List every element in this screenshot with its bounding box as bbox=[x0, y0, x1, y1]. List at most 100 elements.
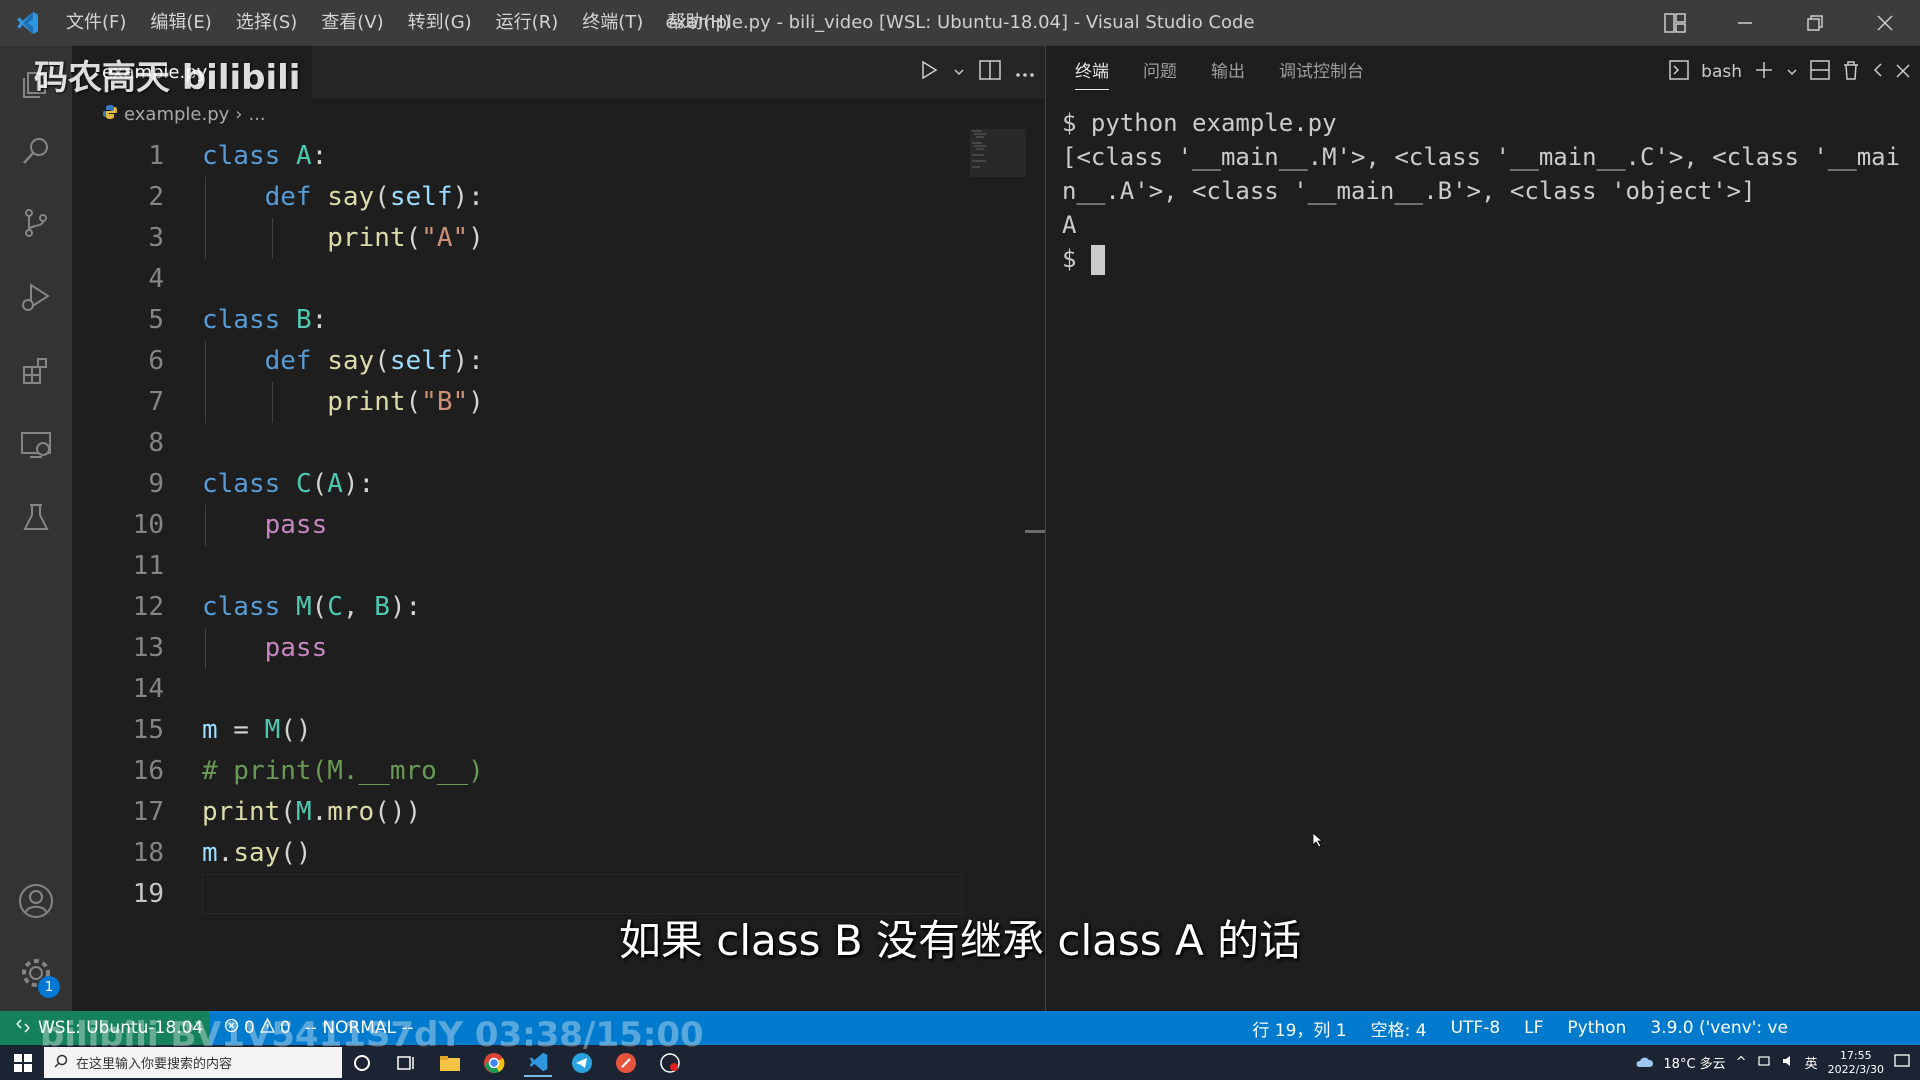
trash-icon[interactable] bbox=[1842, 60, 1860, 84]
minimap[interactable] bbox=[970, 129, 1030, 179]
line-number: 18 bbox=[132, 838, 164, 868]
chevron-down-icon[interactable] bbox=[1786, 63, 1798, 82]
terminal-shell-icon bbox=[1669, 60, 1689, 84]
menu-terminal[interactable]: 终端(T) bbox=[570, 0, 655, 46]
close-panel-icon[interactable] bbox=[1896, 63, 1910, 82]
line-number: 12 bbox=[132, 592, 164, 622]
windows-start-icon[interactable] bbox=[8, 1045, 38, 1080]
source-control-icon[interactable] bbox=[0, 190, 72, 256]
more-actions-icon[interactable] bbox=[1015, 63, 1035, 82]
split-editor-icon[interactable] bbox=[979, 60, 1001, 84]
indentation[interactable]: 空格: 4 bbox=[1371, 1016, 1427, 1041]
code-line: 15 m = M() bbox=[72, 710, 972, 751]
line-number: 14 bbox=[132, 674, 164, 704]
code-line: 16 # print(M.__mro__) bbox=[72, 751, 972, 792]
notification-icon[interactable] bbox=[1894, 1053, 1910, 1073]
clock[interactable]: 17:55 2022/3/30 bbox=[1828, 1049, 1884, 1077]
minimize-button[interactable] bbox=[1710, 0, 1780, 46]
tab-output[interactable]: 输出 bbox=[1194, 46, 1262, 98]
line-number: 9 bbox=[148, 469, 164, 499]
search-placeholder: 在这里输入你要搜索的内容 bbox=[76, 1057, 233, 1072]
bilibili-watermark-bottom: bilibili BV1V5411S7dY 03:38/15:00 bbox=[40, 1015, 704, 1055]
testing-icon[interactable] bbox=[0, 484, 72, 550]
bilibili-watermark: 码农高天 bilibili bbox=[34, 58, 301, 98]
code-line: 11 bbox=[72, 546, 972, 587]
editor-group: example.py example.py › ... 1 class A: 2… bbox=[72, 46, 1045, 1011]
tab-terminal[interactable]: 终端 bbox=[1058, 46, 1126, 98]
line-number: 2 bbox=[148, 182, 164, 212]
terminal-line: A bbox=[1062, 211, 1077, 239]
video-subtitle: 如果 class B 没有继承 class A 的话 bbox=[618, 916, 1302, 965]
remote-explorer-icon[interactable] bbox=[0, 412, 72, 478]
terminal-prompt-line: $ bbox=[1062, 242, 1912, 276]
code-line: 9 class C(A): bbox=[72, 464, 972, 505]
menu-help[interactable]: 帮助(H) bbox=[655, 0, 743, 46]
line-number: 7 bbox=[148, 387, 164, 417]
cursor-position[interactable]: 行 19，列 1 bbox=[1252, 1016, 1346, 1041]
code-line: 10 pass bbox=[72, 505, 972, 546]
chevron-left-icon[interactable] bbox=[1872, 62, 1884, 82]
line-number: 17 bbox=[132, 797, 164, 827]
editor-actions bbox=[919, 46, 1035, 98]
terminal-prompt: $ bbox=[1062, 245, 1091, 273]
code-line: 8 bbox=[72, 423, 972, 464]
menu-file[interactable]: 文件(F) bbox=[54, 0, 138, 46]
encoding[interactable]: UTF-8 bbox=[1451, 1018, 1501, 1038]
code-line: 7 print("B") bbox=[72, 382, 972, 423]
chevron-right-icon: › bbox=[235, 103, 243, 125]
scrollbar-slider[interactable] bbox=[1025, 530, 1045, 533]
chevron-down-icon[interactable] bbox=[953, 63, 965, 82]
python-file-icon bbox=[102, 104, 118, 125]
menu-run[interactable]: 运行(R) bbox=[484, 0, 571, 46]
new-terminal-icon[interactable] bbox=[1754, 60, 1774, 84]
breadcrumb: example.py › ... bbox=[102, 101, 266, 127]
menu-view[interactable]: 查看(V) bbox=[309, 0, 395, 46]
split-terminal-icon[interactable] bbox=[1810, 60, 1830, 84]
line-number: 11 bbox=[132, 551, 164, 581]
line-number: 6 bbox=[148, 346, 164, 376]
tab-problems[interactable]: 问题 bbox=[1126, 46, 1194, 98]
weather-text[interactable]: 18°C 多云 bbox=[1663, 1053, 1725, 1072]
tray-chevron-up-icon[interactable]: ^ bbox=[1736, 1055, 1747, 1070]
code-line: 3 print("A") bbox=[72, 218, 972, 259]
weather-icon bbox=[1635, 1054, 1654, 1072]
language-mode[interactable]: Python bbox=[1567, 1018, 1626, 1038]
terminal-panel: 终端 问题 输出 调试控制台 bash $ python example.py [… bbox=[1046, 46, 1920, 1011]
tab-debug-console[interactable]: 调试控制台 bbox=[1262, 46, 1381, 98]
run-file-icon[interactable] bbox=[919, 60, 939, 84]
run-debug-icon[interactable] bbox=[0, 264, 72, 330]
status-right: 行 19，列 1 空格: 4 UTF-8 LF Python 3.9.0 ('v… bbox=[1252, 1011, 1908, 1045]
menu-selection[interactable]: 选择(S) bbox=[224, 0, 309, 46]
terminal-line: n__.A'>, <class '__main__.B'>, <class 'o… bbox=[1062, 177, 1756, 205]
input-method[interactable]: 英 bbox=[1805, 1053, 1818, 1072]
code-line: 12 class M(C, B): bbox=[72, 587, 972, 628]
customize-layout-icon[interactable] bbox=[1640, 0, 1710, 46]
terminal-output[interactable]: $ python example.py [<class '__main__.M'>… bbox=[1062, 106, 1912, 276]
menu-bar: 文件(F) 编辑(E) 选择(S) 查看(V) 转到(G) 运行(R) 终端(T… bbox=[54, 0, 743, 46]
close-button[interactable] bbox=[1850, 0, 1920, 46]
line-number: 10 bbox=[132, 510, 164, 540]
settings-badge: 1 bbox=[38, 976, 60, 998]
restore-button[interactable] bbox=[1780, 0, 1850, 46]
breadcrumb-file[interactable]: example.py bbox=[124, 104, 229, 125]
network-icon[interactable] bbox=[1757, 1054, 1771, 1072]
extensions-icon[interactable] bbox=[0, 338, 72, 404]
code-line: 2 def say(self): bbox=[72, 177, 972, 218]
search-icon[interactable] bbox=[0, 118, 72, 184]
terminal-shell-label[interactable]: bash bbox=[1701, 62, 1742, 82]
mouse-cursor-icon bbox=[1312, 832, 1324, 851]
terminal-line: $ python example.py bbox=[1062, 109, 1337, 137]
line-number: 16 bbox=[132, 756, 164, 786]
code-line: 1 class A: bbox=[72, 136, 972, 177]
menu-go[interactable]: 转到(G) bbox=[396, 0, 484, 46]
code-line: 6 def say(self): bbox=[72, 341, 972, 382]
volume-icon[interactable] bbox=[1781, 1054, 1795, 1072]
menu-edit[interactable]: 编辑(E) bbox=[138, 0, 223, 46]
end-of-line[interactable]: LF bbox=[1524, 1018, 1543, 1038]
python-interpreter[interactable]: 3.9.0 ('venv': ve bbox=[1650, 1018, 1788, 1038]
system-tray: 18°C 多云 ^ 英 17:55 2022/3/30 bbox=[1635, 1045, 1910, 1080]
title-bar: 文件(F) 编辑(E) 选择(S) 查看(V) 转到(G) 运行(R) 终端(T… bbox=[0, 0, 1920, 46]
breadcrumb-symbol[interactable]: ... bbox=[248, 104, 265, 125]
terminal-cursor bbox=[1090, 245, 1105, 275]
code-line: 18 m.say() bbox=[72, 833, 972, 874]
